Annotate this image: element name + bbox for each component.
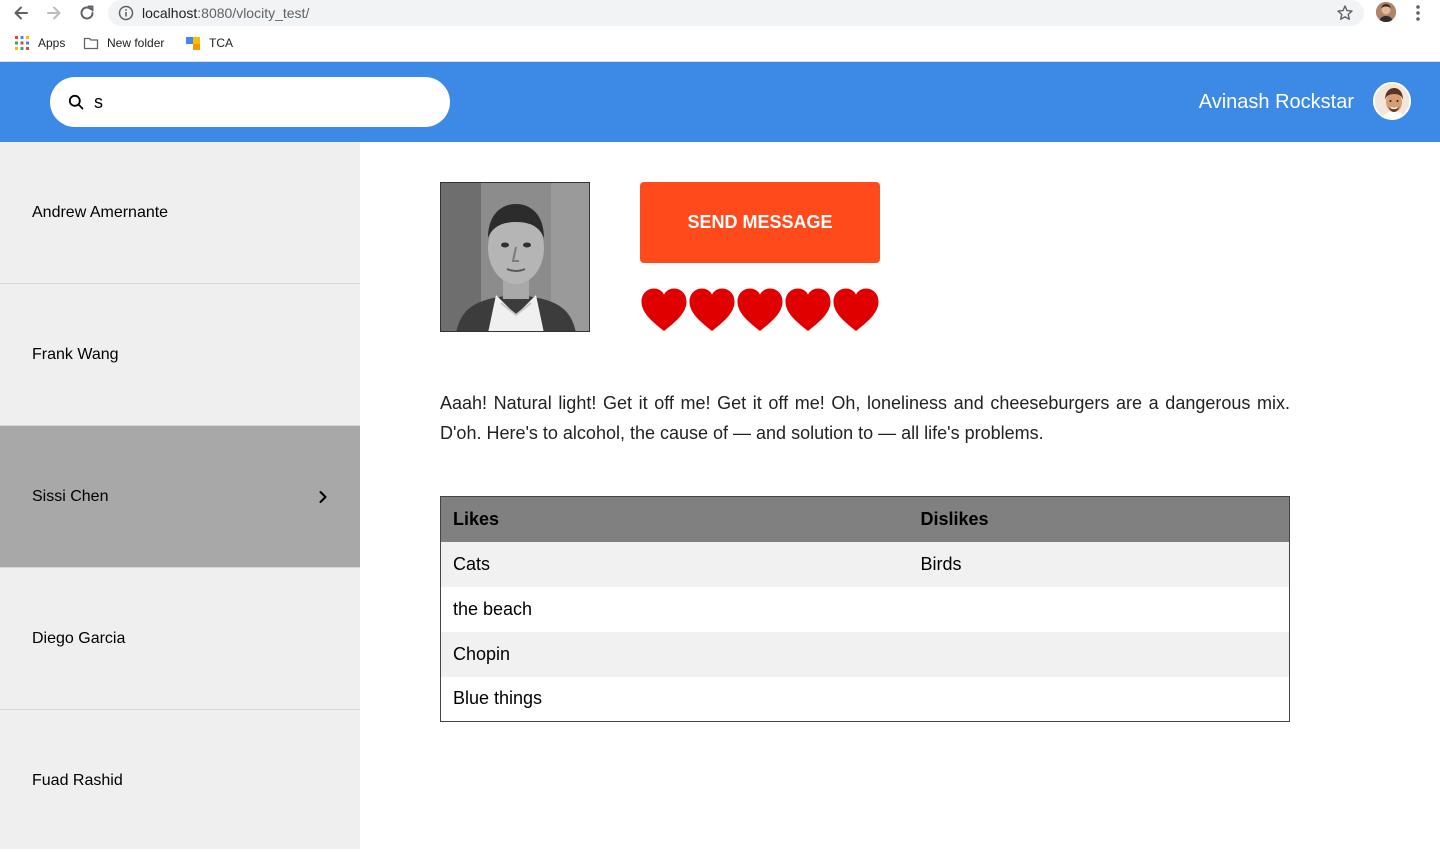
address-bar[interactable]: localhost:8080/vlocity_test/: [108, 0, 1364, 26]
table-cell-like: the beach: [440, 586, 909, 632]
sidebar-item-label: Fuad Rashid: [32, 772, 123, 789]
url-text: localhost:8080/vlocity_test/: [142, 4, 309, 22]
table-cell-like: Cats: [440, 541, 909, 587]
back-button[interactable]: [10, 2, 32, 24]
table-cell-dislike: Birds: [908, 541, 1290, 587]
browser-chrome: localhost:8080/vlocity_test/ Apps New fo…: [0, 0, 1440, 62]
back-arrow-icon: [14, 6, 28, 20]
kebab-menu-icon[interactable]: [1410, 3, 1426, 23]
sidebar-item-label: Diego Garcia: [32, 630, 126, 647]
table-cell-dislike: [908, 631, 1290, 677]
sidebar-item-andrew-amernante[interactable]: Andrew Amernante: [0, 142, 360, 284]
tca-favicon-icon: [186, 37, 200, 50]
search-icon: [68, 94, 84, 110]
info-icon[interactable]: [118, 5, 134, 21]
forward-arrow-icon: [47, 6, 61, 20]
search-input[interactable]: [94, 89, 434, 115]
search-box[interactable]: [50, 77, 450, 127]
heart-icon: [641, 288, 687, 331]
likes-column-header: Likes: [440, 496, 909, 542]
likes-dislikes-table: Likes Dislikes Cats Birds the beach Chop…: [440, 496, 1290, 722]
send-message-button[interactable]: SEND MESSAGE: [640, 182, 880, 263]
sidebar-item-diego-garcia[interactable]: Diego Garcia: [0, 568, 360, 710]
user-name: Avinash Rockstar: [1198, 91, 1354, 113]
bookmark-label: New folder: [107, 36, 165, 50]
sidebar-item-fuad-rashid[interactable]: Fuad Rashid: [0, 710, 360, 852]
sidebar-item-label: Andrew Amernante: [32, 204, 169, 221]
sidebar-item-label: Sissi Chen: [32, 488, 109, 505]
heart-rating: [640, 287, 880, 333]
browser-profile-avatar[interactable]: [1376, 2, 1396, 22]
url-path: :8080/vlocity_test/: [197, 5, 310, 21]
apps-grid-icon: [15, 36, 29, 50]
profile-face-icon: [1376, 2, 1396, 22]
bookmark-label: TCA: [209, 36, 233, 50]
reload-icon: [80, 5, 94, 20]
dislikes-column-header: Dislikes: [908, 496, 1290, 542]
heart-icon: [737, 288, 783, 331]
table-cell-dislike: [908, 676, 1290, 722]
table-row: Blue things: [440, 676, 1290, 722]
table-cell-dislike: [908, 586, 1290, 632]
bookmark-apps[interactable]: Apps: [14, 33, 65, 53]
bookmark-label: Apps: [38, 36, 66, 50]
table-cell-like: Chopin: [440, 631, 909, 677]
bookmark-tca[interactable]: TCA: [185, 33, 233, 53]
sidebar-item-sissi-chen[interactable]: Sissi Chen: [0, 426, 360, 568]
table-header-row: Likes Dislikes: [440, 496, 1290, 542]
profile-bio: Aaah! Natural light! Get it off me! Get …: [440, 393, 1290, 443]
user-face-icon: [1375, 84, 1409, 118]
sidebar-item-label: Frank Wang: [32, 346, 119, 363]
heart-icon: [833, 288, 879, 331]
table-row: Chopin: [440, 631, 1290, 677]
user-avatar[interactable]: [1373, 82, 1411, 120]
profile-photo: [440, 182, 590, 332]
table-cell-like: Blue things: [440, 676, 909, 722]
app-header: Avinash Rockstar: [0, 62, 1440, 142]
bookmark-new-folder[interactable]: New folder: [83, 33, 164, 53]
sidebar-item-frank-wang[interactable]: Frank Wang: [0, 284, 360, 426]
heart-icon: [689, 288, 735, 331]
reload-button[interactable]: [76, 2, 98, 24]
url-host: localhost: [142, 5, 198, 21]
profile-photo-image: [441, 183, 589, 331]
contacts-sidebar: Andrew Amernante Frank Wang Sissi Chen D…: [0, 142, 360, 849]
bookmark-star-icon[interactable]: [1336, 4, 1354, 22]
chevron-right-icon: [319, 491, 327, 503]
folder-icon: [83, 37, 99, 50]
table-row: Cats Birds: [440, 541, 1290, 587]
table-row: the beach: [440, 586, 1290, 632]
forward-button[interactable]: [43, 2, 65, 24]
heart-icon: [785, 288, 831, 331]
bookmarks-bar: Apps New folder TCA: [0, 33, 1440, 53]
